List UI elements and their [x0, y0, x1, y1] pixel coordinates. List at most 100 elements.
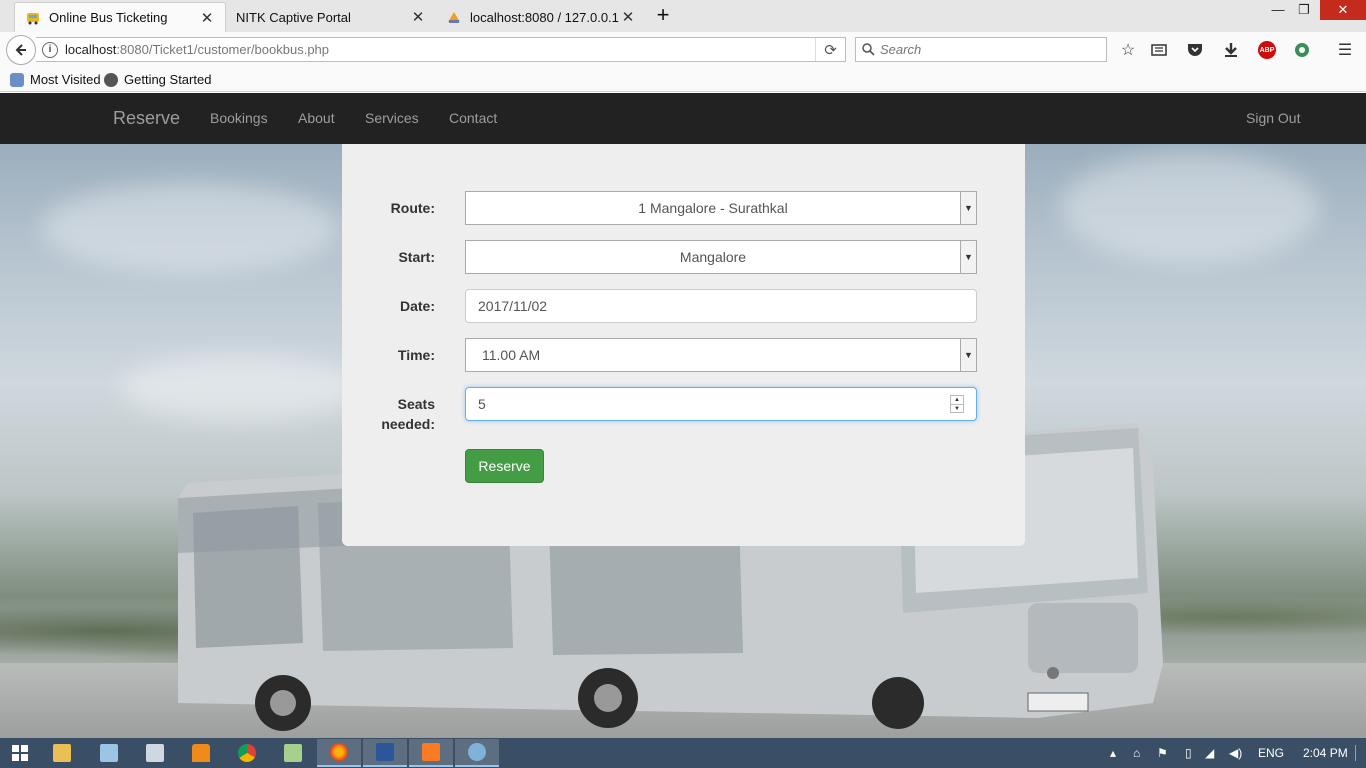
- firefox-icon: [330, 743, 348, 761]
- start-value: Mangalore: [679, 249, 747, 265]
- number-stepper[interactable]: ▲ ▼: [950, 395, 964, 413]
- downloads-icon[interactable]: [1219, 38, 1243, 62]
- stepper-up-icon[interactable]: ▲: [951, 396, 963, 404]
- clock[interactable]: 2:04 PM: [1303, 746, 1348, 760]
- getting-started-icon: [104, 72, 118, 87]
- menu-icon[interactable]: ☰: [1333, 38, 1357, 62]
- tab-nitk-captive-portal[interactable]: NITK Captive Portal ✕: [226, 2, 436, 32]
- windows-taskbar: ▴ ⌂ ⚑ ▯ ◢ ◀) ENG 2:04 PM: [0, 738, 1366, 768]
- stepper-down-icon[interactable]: ▼: [951, 404, 963, 413]
- seats-input[interactable]: 5 ▲ ▼: [465, 387, 977, 421]
- url-path: :8080/Ticket1/customer/bookbus.php: [116, 42, 330, 57]
- chevron-down-icon[interactable]: ▼: [960, 192, 976, 224]
- vlc-icon: [192, 744, 210, 762]
- seats-label-line2: needed:: [381, 416, 435, 432]
- url-host: localhost: [65, 42, 117, 57]
- wifi-icon[interactable]: ◢: [1205, 746, 1214, 760]
- time-label: Time:: [397, 347, 435, 363]
- extension-icon[interactable]: [1290, 38, 1314, 62]
- search-input[interactable]: [880, 42, 1080, 57]
- site-navbar: Reserve Bookings About Services Contact …: [0, 93, 1366, 144]
- tab-title: NITK Captive Portal: [236, 9, 351, 25]
- flag-icon[interactable]: ⚑: [1157, 746, 1168, 760]
- time-select[interactable]: 11.00 AM ▼: [465, 338, 977, 372]
- tab-title: localhost:8080 / 127.0.0.1 / b: [470, 9, 620, 25]
- nav-bookings[interactable]: Bookings: [210, 110, 268, 126]
- tray-up-arrow-icon[interactable]: ▴: [1110, 746, 1116, 760]
- address-bar[interactable]: i localhost:8080/Ticket1/customer/bookbu…: [36, 37, 846, 62]
- date-input[interactable]: 2017/11/02: [465, 289, 977, 323]
- cloud: [40, 183, 340, 273]
- info-icon[interactable]: i: [42, 41, 58, 58]
- tab-close-icon[interactable]: ✕: [199, 9, 215, 27]
- notepad-icon: [100, 744, 118, 762]
- adblock-plus-icon[interactable]: ABP: [1255, 38, 1279, 62]
- chevron-down-icon[interactable]: ▼: [960, 339, 976, 371]
- tab-title: Online Bus Ticketing: [49, 10, 168, 25]
- taskbar-app-3[interactable]: [455, 739, 499, 767]
- bus-favicon-icon: [25, 10, 41, 26]
- site-brand[interactable]: Reserve: [113, 108, 180, 129]
- date-value: 2017/11/02: [478, 298, 548, 314]
- document-icon: [146, 744, 164, 762]
- taskbar-file-explorer[interactable]: [40, 739, 84, 767]
- restore-icon[interactable]: ❐: [1289, 0, 1319, 20]
- start-button[interactable]: [0, 739, 40, 767]
- battery-icon[interactable]: ▯: [1185, 746, 1192, 760]
- route-select[interactable]: 1 Mangalore - Surathkal ▼: [465, 191, 977, 225]
- bookmark-label: Getting Started: [124, 72, 212, 87]
- tab-phpmyadmin[interactable]: localhost:8080 / 127.0.0.1 / b ✕: [436, 2, 646, 32]
- network-lock-icon[interactable]: ⌂: [1133, 746, 1140, 760]
- most-visited-icon: [10, 72, 24, 87]
- nav-about[interactable]: About: [298, 110, 335, 126]
- close-window-icon[interactable]: ✕: [1320, 0, 1366, 20]
- taskbar-notepad[interactable]: [87, 739, 131, 767]
- browser-tab-strip: Online Bus Ticketing ✕ NITK Captive Port…: [0, 0, 1366, 32]
- bookmark-most-visited[interactable]: Most Visited: [10, 72, 101, 87]
- new-tab-button[interactable]: +: [652, 4, 674, 28]
- app-icon: [468, 743, 486, 761]
- reading-list-icon[interactable]: [1147, 38, 1171, 62]
- seats-value: 5: [478, 396, 486, 412]
- word-icon: [376, 743, 394, 761]
- booking-form-panel: Route: 1 Mangalore - Surathkal ▼ Start: …: [342, 144, 1025, 546]
- xampp-icon: [422, 743, 440, 761]
- time-value: 11.00 AM: [482, 347, 541, 363]
- tab-close-icon[interactable]: ✕: [620, 8, 636, 26]
- taskbar-word[interactable]: [363, 739, 407, 767]
- reload-icon[interactable]: ⟳: [815, 38, 845, 61]
- bookmark-getting-started[interactable]: Getting Started: [104, 72, 211, 87]
- browser-toolbar: i localhost:8080/Ticket1/customer/bookbu…: [0, 32, 1366, 68]
- app-icon: [284, 744, 302, 762]
- language-indicator[interactable]: ENG: [1258, 746, 1284, 760]
- chevron-down-icon[interactable]: ▼: [960, 241, 976, 273]
- phpmyadmin-favicon-icon: [446, 9, 462, 25]
- start-select[interactable]: Mangalore ▼: [465, 240, 977, 274]
- nav-sign-out[interactable]: Sign Out: [1246, 110, 1300, 126]
- tab-online-bus-ticketing[interactable]: Online Bus Ticketing ✕: [14, 2, 226, 32]
- pocket-icon[interactable]: [1183, 38, 1207, 62]
- back-button[interactable]: [6, 35, 36, 65]
- url-text[interactable]: localhost:8080/Ticket1/customer/bookbus.…: [65, 42, 815, 57]
- route-label: Route:: [390, 200, 435, 216]
- show-desktop-button[interactable]: [1355, 745, 1361, 761]
- taskbar-app-2[interactable]: [271, 739, 315, 767]
- volume-icon[interactable]: ◀): [1229, 746, 1242, 760]
- bookmarks-toolbar: Most Visited Getting Started: [0, 68, 1366, 92]
- search-box[interactable]: [855, 37, 1107, 62]
- back-arrow-icon: [15, 44, 26, 56]
- nav-contact[interactable]: Contact: [449, 110, 497, 126]
- taskbar-chrome[interactable]: [225, 739, 269, 767]
- taskbar-app[interactable]: [133, 739, 177, 767]
- start-label: Start:: [398, 249, 435, 265]
- bookmark-label: Most Visited: [30, 72, 101, 87]
- chrome-icon: [238, 744, 256, 762]
- taskbar-vlc[interactable]: [179, 739, 223, 767]
- nav-services[interactable]: Services: [365, 110, 419, 126]
- bookmark-star-icon[interactable]: ☆: [1116, 38, 1140, 62]
- taskbar-firefox[interactable]: [317, 739, 361, 767]
- tab-close-icon[interactable]: ✕: [410, 8, 426, 26]
- taskbar-xampp[interactable]: [409, 739, 453, 767]
- reserve-button[interactable]: Reserve: [465, 449, 544, 483]
- seats-label: Seats needed:: [345, 394, 435, 434]
